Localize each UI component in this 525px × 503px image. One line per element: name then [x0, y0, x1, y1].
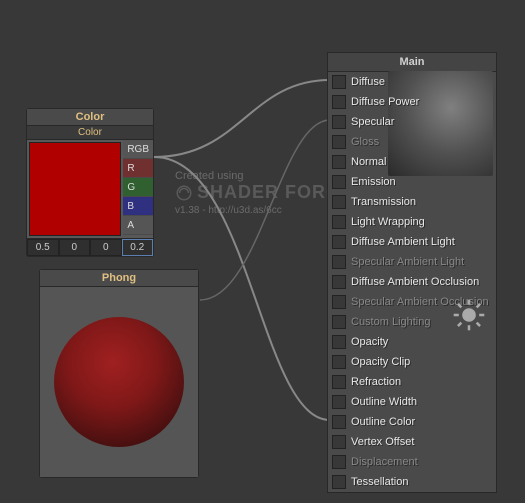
- color-b-input[interactable]: [90, 239, 122, 256]
- prop-input-socket[interactable]: [332, 215, 346, 229]
- prop-label: Opacity: [351, 336, 388, 348]
- phong-sphere: [54, 317, 184, 447]
- prop-input-socket[interactable]: [332, 455, 346, 469]
- prop-label: Outline Color: [351, 416, 415, 428]
- prop-input-socket[interactable]: [332, 335, 346, 349]
- prop-input-socket[interactable]: [332, 115, 346, 129]
- light-direction-icon[interactable]: [452, 298, 486, 332]
- phong-node[interactable]: Phong: [39, 269, 199, 478]
- prop-input-socket[interactable]: [332, 415, 346, 429]
- prop-row[interactable]: Light Wrapping: [328, 212, 496, 232]
- output-g[interactable]: G: [123, 178, 153, 197]
- prop-label: Normal: [351, 156, 386, 168]
- output-a[interactable]: A: [123, 216, 153, 235]
- prop-input-socket[interactable]: [332, 315, 346, 329]
- prop-row[interactable]: Diffuse Power: [328, 92, 496, 112]
- prop-label: Opacity Clip: [351, 356, 410, 368]
- prop-input-socket[interactable]: [332, 135, 346, 149]
- color-node-title: Color: [27, 109, 153, 126]
- prop-input-socket[interactable]: [332, 95, 346, 109]
- prop-row[interactable]: Outline Width: [328, 392, 496, 412]
- prop-input-socket[interactable]: [332, 375, 346, 389]
- phong-preview: [40, 287, 198, 477]
- color-node-subtitle: Color: [27, 126, 153, 140]
- color-swatch[interactable]: [29, 142, 121, 236]
- prop-label: Custom Lighting: [351, 316, 431, 328]
- prop-input-socket[interactable]: [332, 395, 346, 409]
- prop-row[interactable]: Diffuse: [328, 72, 496, 92]
- prop-row[interactable]: Specular: [328, 112, 496, 132]
- phong-node-title: Phong: [40, 270, 198, 287]
- output-rgb[interactable]: RGB: [123, 140, 153, 159]
- prop-label: Displacement: [351, 456, 418, 468]
- output-b[interactable]: B: [123, 197, 153, 216]
- shaderforge-logo-icon: [175, 184, 193, 202]
- prop-label: Transmission: [351, 196, 416, 208]
- prop-label: Diffuse Ambient Light: [351, 236, 455, 248]
- prop-label: Vertex Offset: [351, 436, 414, 448]
- color-g-input[interactable]: [59, 239, 91, 256]
- prop-input-socket[interactable]: [332, 75, 346, 89]
- prop-row[interactable]: Outline Color: [328, 412, 496, 432]
- prop-row[interactable]: Opacity: [328, 332, 496, 352]
- prop-input-socket[interactable]: [332, 255, 346, 269]
- prop-row[interactable]: Transmission: [328, 192, 496, 212]
- main-panel: Main Diffuse Diffuse Power Specular Gloss No…: [327, 52, 497, 493]
- prop-row[interactable]: Diffuse Ambient Light: [328, 232, 496, 252]
- prop-label: Tessellation: [351, 476, 408, 488]
- prop-label: Specular Ambient Light: [351, 256, 464, 268]
- prop-input-socket[interactable]: [332, 435, 346, 449]
- prop-input-socket[interactable]: [332, 195, 346, 209]
- prop-input-socket[interactable]: [332, 175, 346, 189]
- prop-label: Refraction: [351, 376, 401, 388]
- prop-label: Light Wrapping: [351, 216, 425, 228]
- prop-row[interactable]: Displacement: [328, 452, 496, 472]
- prop-input-socket[interactable]: [332, 355, 346, 369]
- prop-row[interactable]: Opacity Clip: [328, 352, 496, 372]
- prop-label: Gloss: [351, 136, 379, 148]
- prop-label: Diffuse: [351, 76, 385, 88]
- prop-label: Diffuse Ambient Occlusion: [351, 276, 479, 288]
- prop-input-socket[interactable]: [332, 475, 346, 489]
- prop-label: Outline Width: [351, 396, 417, 408]
- prop-input-socket[interactable]: [332, 235, 346, 249]
- prop-label: Diffuse Power: [351, 96, 419, 108]
- prop-input-socket[interactable]: [332, 155, 346, 169]
- color-a-input[interactable]: [122, 239, 154, 256]
- prop-row[interactable]: Tessellation: [328, 472, 496, 492]
- color-node[interactable]: Color Color RGB R G B A: [26, 108, 154, 257]
- prop-row[interactable]: Vertex Offset: [328, 432, 496, 452]
- prop-label: Specular: [351, 116, 394, 128]
- prop-input-socket[interactable]: [332, 295, 346, 309]
- prop-row[interactable]: Normal: [328, 152, 496, 172]
- prop-row[interactable]: Diffuse Ambient Occlusion: [328, 272, 496, 292]
- output-r[interactable]: R: [123, 159, 153, 178]
- prop-row[interactable]: Gloss: [328, 132, 496, 152]
- prop-row[interactable]: Refraction: [328, 372, 496, 392]
- main-panel-title: Main: [328, 53, 496, 72]
- prop-row[interactable]: Emission: [328, 172, 496, 192]
- prop-row[interactable]: Specular Ambient Light: [328, 252, 496, 272]
- prop-label: Emission: [351, 176, 396, 188]
- color-r-input[interactable]: [27, 239, 59, 256]
- prop-input-socket[interactable]: [332, 275, 346, 289]
